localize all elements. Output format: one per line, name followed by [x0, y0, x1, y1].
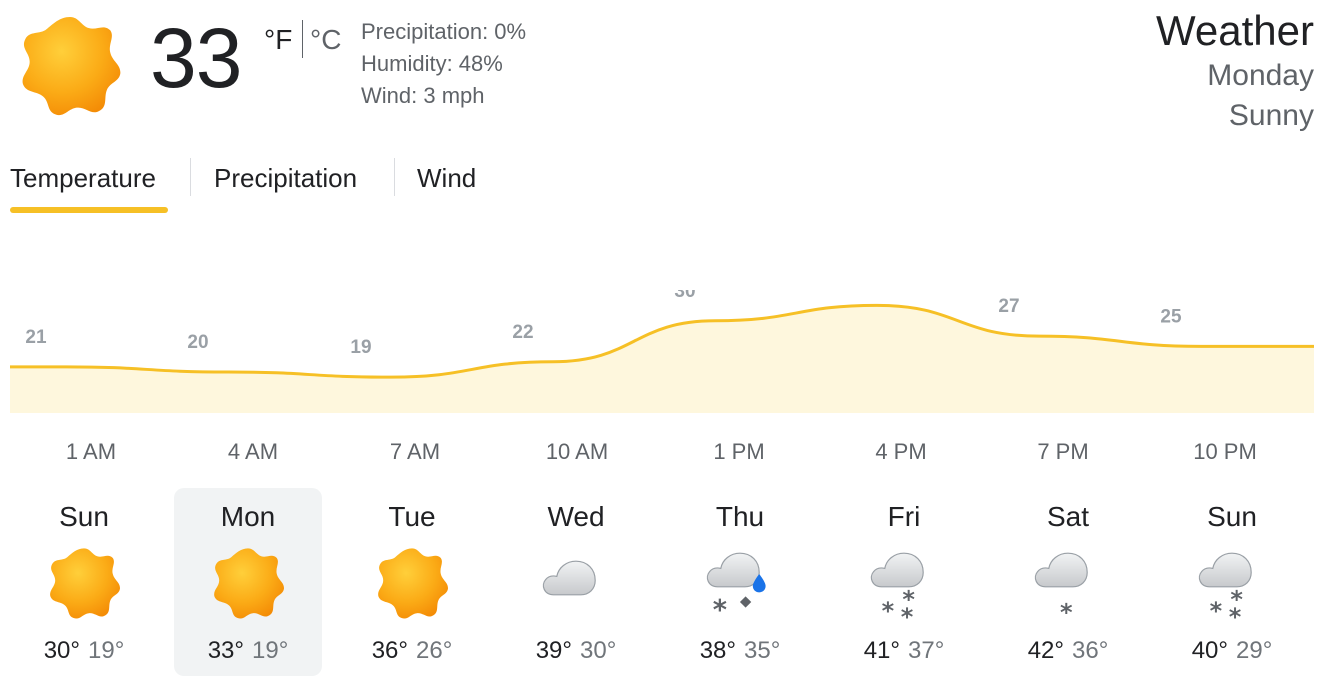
svg-text:*: *: [1060, 598, 1073, 622]
weather-condition: Sunny: [1228, 99, 1314, 132]
temperature-chart[interactable]: 2120192230332725: [0, 290, 1336, 420]
tab-precipitation[interactable]: Precipitation: [214, 158, 357, 198]
temperature-data-label: 30: [674, 290, 695, 302]
day-card-wed[interactable]: Wed 39° 30°: [502, 488, 650, 676]
high-temperature: 30°: [43, 637, 80, 664]
low-temperature: 29°: [1236, 637, 1273, 664]
svg-text:*: *: [713, 595, 727, 622]
low-temperature: 36°: [1072, 637, 1109, 664]
temperature-data-label: 19: [350, 337, 371, 358]
day-name: Sun: [1207, 501, 1257, 532]
temperature-data-label: 21: [25, 327, 47, 348]
unit-fahrenheit-toggle[interactable]: °F: [264, 22, 292, 58]
high-temperature: 40°: [1191, 637, 1228, 664]
day-card-thu[interactable]: Thu * 38° 35°: [666, 488, 814, 676]
tab-selected-indicator: [10, 207, 168, 213]
tab-divider: [394, 158, 395, 196]
high-temperature: 39°: [535, 637, 572, 664]
low-temperature: 35°: [744, 637, 781, 664]
hour-label: 10 AM: [545, 439, 609, 464]
humidity-detail: Humidity: 48%: [361, 51, 503, 76]
day-name: Tue: [388, 501, 436, 532]
low-temperature: 19°: [252, 637, 289, 664]
day-name: Fri: [887, 501, 921, 532]
day-name: Mon: [220, 501, 276, 532]
unit-divider: [302, 20, 303, 58]
cloud-icon: [542, 560, 596, 596]
hour-label: 4 PM: [875, 439, 927, 464]
sun-icon: [22, 16, 121, 116]
hour-label: 1 AM: [65, 439, 117, 464]
day-card-sun[interactable]: Sun 30° 19°: [10, 488, 158, 676]
precipitation-detail: Precipitation: 0%: [361, 19, 527, 44]
current-temperature: 33: [150, 11, 242, 105]
tab-divider: [190, 158, 191, 196]
temperature-data-label: 22: [512, 322, 533, 343]
low-temperature: 26°: [416, 637, 453, 664]
hour-label: 4 AM: [227, 439, 279, 464]
weather-day: Monday: [1207, 59, 1314, 92]
day-card-sat[interactable]: Sat * 42° 36°: [994, 488, 1142, 676]
cloud-rain-snow-sleet-icon: *: [706, 552, 766, 622]
svg-text:*: *: [882, 597, 895, 622]
low-temperature: 37°: [908, 637, 945, 664]
day-name: Sat: [1046, 501, 1090, 532]
high-temperature: 42°: [1027, 637, 1064, 664]
day-card-sun[interactable]: Sun * * * 40° 29°: [1158, 488, 1306, 676]
high-temperature: 38°: [699, 637, 736, 664]
day-temperatures: 40° 29°: [1158, 636, 1306, 666]
day-name: Sun: [59, 501, 109, 532]
hour-label: 7 AM: [389, 439, 441, 464]
day-temperatures: 30° 19°: [10, 636, 158, 666]
cloud-snow-icon: * **: [870, 552, 924, 622]
svg-text:*: *: [1210, 597, 1223, 622]
day-temperatures: 38° 35°: [666, 636, 814, 666]
tab-temperature[interactable]: Temperature: [10, 158, 156, 198]
cloud-snow-icon: * **: [1198, 552, 1252, 622]
tab-wind[interactable]: Wind: [417, 158, 476, 198]
day-name: Wed: [547, 501, 605, 532]
wind-detail: Wind: 3 mph: [361, 83, 485, 108]
sun-icon: [214, 548, 284, 619]
low-temperature: 30°: [580, 637, 617, 664]
temperature-data-label: 27: [998, 296, 1019, 317]
high-temperature: 41°: [863, 637, 900, 664]
svg-text:*: *: [901, 603, 914, 622]
day-temperatures: 41° 37°: [830, 636, 978, 666]
temperature-data-label: 25: [1160, 306, 1182, 327]
day-temperatures: 39° 30°: [502, 636, 650, 666]
high-temperature: 33°: [207, 637, 244, 664]
cloud-light-snow-icon: *: [1034, 552, 1088, 622]
sun-icon: [378, 548, 448, 619]
unit-celsius-toggle[interactable]: °C: [310, 22, 341, 58]
day-temperatures: 33° 19°: [174, 636, 322, 666]
svg-text:*: *: [1229, 603, 1242, 622]
hour-label: 1 PM: [713, 439, 765, 464]
day-card-tue[interactable]: Tue 36° 26°: [338, 488, 486, 676]
day-temperatures: 42° 36°: [994, 636, 1142, 666]
temperature-area: [10, 305, 1314, 413]
hour-label: 7 PM: [1037, 439, 1089, 464]
temperature-data-label: 20: [187, 332, 208, 353]
day-temperatures: 36° 26°: [338, 636, 486, 666]
day-card-mon[interactable]: Mon 33° 19°: [174, 488, 322, 676]
day-name: Thu: [715, 501, 765, 532]
sun-icon: [50, 548, 120, 619]
low-temperature: 19°: [88, 637, 125, 664]
hour-label: 10 PM: [1193, 439, 1257, 464]
day-card-fri[interactable]: Fri * * * 41° 37°: [830, 488, 978, 676]
high-temperature: 36°: [371, 637, 408, 664]
weather-title: Weather: [1156, 7, 1314, 54]
